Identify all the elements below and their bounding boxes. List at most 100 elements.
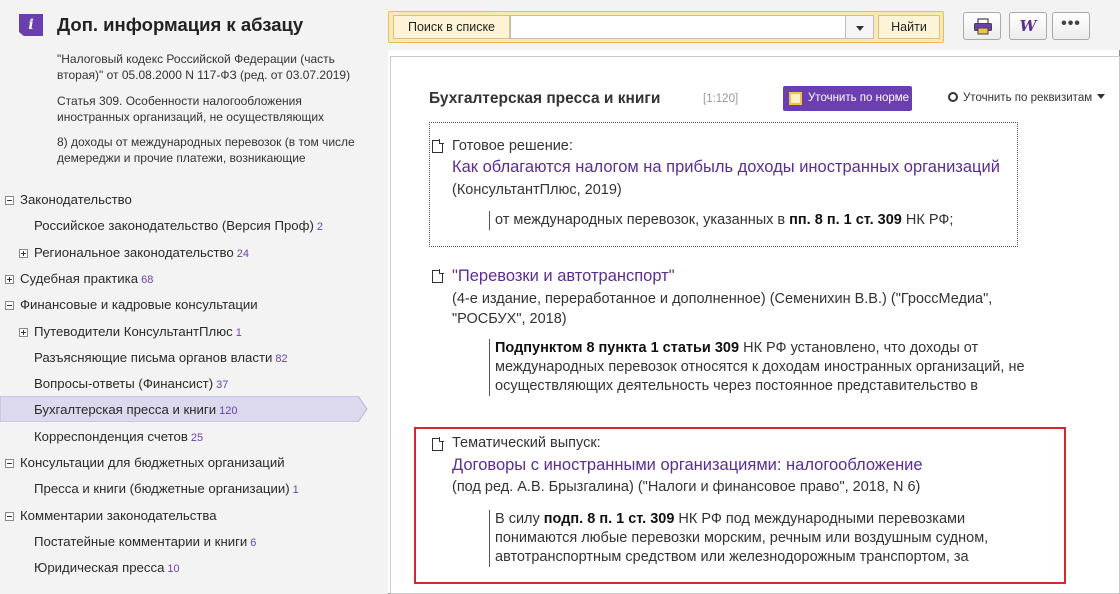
tree-item-label: Корреспонденция счетов 25 [34,424,203,451]
tree-item-label: Региональное законодательство 24 [34,240,249,267]
document-icon [432,437,444,451]
refine-by-norm-label: Уточнить по норме [808,92,910,104]
tree-item-text: Судебная практика [20,270,139,286]
result-kind: Тематический выпуск: [452,435,601,451]
collapse-icon[interactable] [5,511,14,521]
tree-item[interactable]: Постатейные комментарии и книги 6 [0,529,366,555]
search-dropdown-button[interactable] [846,15,874,39]
refine-by-requisites-link[interactable]: Уточнить по реквизитам [948,92,1106,104]
tree-item[interactable]: Региональное законодательство 24 [0,240,366,266]
result-kind: Готовое решение: [452,138,573,154]
tree-item-count: 68 [141,273,154,286]
tree-item-label: Судебная практика 68 [20,266,153,293]
tree-item[interactable]: Бухгалтерская пресса и книги 120 [0,397,366,423]
chevron-down-icon [1097,94,1106,99]
result-quote[interactable]: Подпунктом 8 пункта 1 статьи 309 НК РФ у… [489,339,1049,396]
tree-item[interactable]: Судебная практика 68 [0,266,366,292]
tree-item-text: Консультации для бюджетных организаций [20,455,285,470]
document-icon [432,269,444,283]
expand-icon[interactable] [19,327,28,337]
result-link[interactable]: Договоры с иностранными организациями: н… [452,456,923,475]
result-source: (под ред. А.В. Брызгалина) ("Налоги и фи… [452,479,921,495]
printer-icon [974,18,992,35]
result-quote[interactable]: от международных перевозок, указанных в … [489,211,1009,230]
document-icon [432,139,444,153]
search-icon [948,92,958,102]
tree-item-label: Разъясняющие письма органов власти 82 [34,345,288,372]
result-link[interactable]: "Перевозки и автотранспорт" [452,267,675,286]
tree-item-text: Постатейные комментарии и книги [34,533,248,549]
tree-item-label: Комментарии законодательства [20,503,217,529]
tree-item-count: 6 [250,536,257,549]
find-button[interactable]: Найти [878,15,940,39]
tree-item-label: Финансовые и кадровые консультации [20,292,258,318]
tree-item-count: 120 [219,405,238,418]
tree-item[interactable]: Пресса и книги (бюджетные организации) 1 [0,476,366,502]
tree-item-label: Постатейные комментарии и книги 6 [34,529,256,556]
tree-item-label: Российское законодательство (Версия Проф… [34,213,323,240]
more-button[interactable]: ••• [1052,12,1090,40]
expand-icon[interactable] [5,274,14,284]
tree-item-count: 10 [167,563,180,576]
tree-item[interactable]: Финансовые и кадровые консультации [0,292,366,318]
tree-item[interactable]: Юридическая пресса 10 [0,555,366,581]
tree-item[interactable]: Вопросы-ответы (Финансист) 37 [0,371,366,397]
quote-reference: Подпунктом 8 пункта 1 статьи 309 [495,340,740,356]
word-icon: W [1019,17,1037,35]
result-source: (4-е издание, переработанное и дополненн… [452,291,993,327]
result-quote[interactable]: В силу подп. 8 п. 1 ст. 309 НК РФ под ме… [489,510,1049,567]
collapse-icon[interactable] [5,301,14,311]
results-count: [1:120] [703,93,739,105]
doc-info-article[interactable]: Статья 309. Особенности налогообложения … [57,93,377,125]
tree-item-text: Юридическая пресса [34,560,165,576]
tree-item-label: Путеводители КонсультантПлюс 1 [34,319,242,346]
tree-item-label: Юридическая пресса 10 [34,555,180,582]
tree-item[interactable]: Комментарии законодательства [0,503,366,529]
refine-by-requisites-label: Уточнить по реквизитам [963,92,1093,104]
tree-item-label: Законодательство [20,187,132,213]
tree-item-count: 2 [316,221,323,234]
tree-item[interactable]: Законодательство [0,187,366,213]
tree-item[interactable]: Консультации для бюджетных организаций [0,450,366,476]
tree-item-count: 24 [236,247,249,260]
tree-item[interactable]: Путеводители КонсультантПлюс 1 [0,319,366,345]
doc-info-law[interactable]: "Налоговый кодекс Российской Федерации (… [57,51,377,83]
tree-item-count: 1 [292,484,299,497]
tree-item-count: 25 [190,431,204,444]
quote-text: НК РФ; [901,212,954,228]
tree-item-text: Вопросы-ответы (Финансист) [34,376,214,392]
search-label: Поиск в списке [393,15,510,39]
tree-item-text: Российское законодательство (Версия Проф… [34,218,314,234]
tree-item[interactable]: Российское законодательство (Версия Проф… [0,213,366,239]
search-panel: Поиск в списке Найти [388,11,944,43]
tree-item-count: 1 [235,326,242,339]
tree-item-text: Региональное законодательство [34,244,234,260]
tree-item-text: Финансовые и кадровые консультации [20,297,258,313]
tree-item-count: 37 [216,379,229,392]
quote-reference: подп. 8 п. 1 ст. 309 [543,511,675,527]
more-icon: ••• [1061,15,1081,32]
results-title: Бухгалтерская пресса и книги [429,90,661,107]
search-input[interactable] [510,15,846,39]
tree-item-label: Бухгалтерская пресса и книги 120 [34,397,237,424]
quote-reference: пп. 8 п. 1 ст. 309 [789,212,902,228]
refine-by-norm-button[interactable]: Уточнить по норме [783,86,912,111]
tree-item-label: Пресса и книги (бюджетные организации) 1 [34,476,299,503]
tree-item[interactable]: Корреспонденция счетов 25 [0,424,366,450]
tree-item-text: Пресса и книги (бюджетные организации) [34,481,290,497]
export-word-button[interactable]: W [1009,12,1047,40]
result-link[interactable]: Как облагаются налогом на прибыль доходы… [452,158,1000,177]
expand-icon[interactable] [19,248,28,258]
collapse-icon[interactable] [5,459,14,468]
collapse-icon[interactable] [5,196,14,205]
print-button[interactable] [963,12,1001,40]
quote-text: от международных перевозок, указанных в [495,212,790,228]
refine-norm-icon [789,92,802,105]
tree-item-text: Разъясняющие письма органов власти [34,349,273,365]
tree-item-text: Законодательство [20,192,132,207]
tree-item-text: Бухгалтерская пресса и книги [34,402,217,418]
info-icon: i [19,14,43,36]
doc-info-paragraph[interactable]: 8) доходы от международных перевозок (в … [57,134,377,166]
tree-item-label: Вопросы-ответы (Финансист) 37 [34,371,228,398]
tree-item[interactable]: Разъясняющие письма органов власти 82 [0,345,366,371]
